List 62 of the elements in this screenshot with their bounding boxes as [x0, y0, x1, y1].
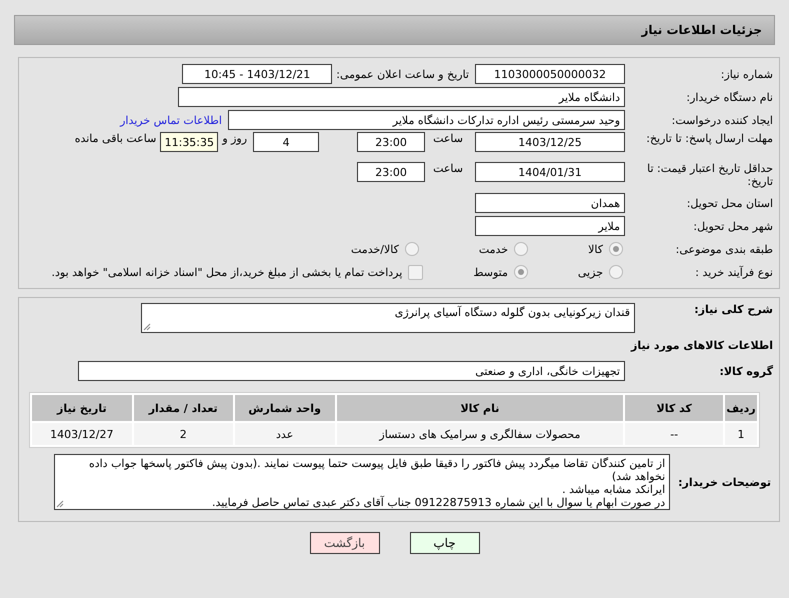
field-label: طبقه بندی موضوعی:: [674, 242, 774, 256]
table-cell: 1403/12/27: [32, 423, 132, 445]
field-label: تاریخ و ساعت اعلان عمومی:: [336, 68, 469, 80]
radio-button[interactable]: [609, 265, 623, 279]
resize-grip-icon: [143, 323, 151, 331]
radio-button[interactable]: [514, 265, 528, 279]
requester-field: وحید سرمستی رئیس اداره تدارکات دانشگاه ملایر: [228, 110, 625, 130]
table-cell: 2: [134, 423, 233, 445]
field-label: استان محل تحویل:: [686, 196, 774, 210]
section-title: اطلاعات کالاهای مورد نیاز: [630, 339, 774, 352]
column-header: نام کالا: [336, 395, 624, 421]
field-label: شهر محل تحویل:: [692, 220, 774, 232]
remaining-time-field: 11:35:35: [160, 132, 218, 152]
reply-time-field: 23:00: [357, 132, 426, 152]
need-number-field: 1103000050000032: [475, 64, 625, 84]
validity-time-field: 23:00: [357, 162, 426, 182]
checkbox[interactable]: [408, 264, 424, 280]
radio-button[interactable]: [609, 242, 623, 256]
buyer-notes-field: از تامین کنندگان تقاضا میگردد پیش فاکتور را دقیقا طبق فایل پیوست حتما پیوست نمایند .(بدون پیش فاکتور پاسخها جواب داده نخواهد شد) ایرانکد مشابه میباشد . در صورت ابهام یا سوال با این شماره 09122875913 جناب آقای دکتر عبدی تماس حاصل فرمایید.: [54, 454, 670, 510]
resize-grip-icon: [56, 500, 64, 508]
radio-label: کالا: [588, 242, 603, 256]
table-cell: محصولات سفالگری و سرامیک های دستساز: [336, 423, 624, 445]
field-label: نام دستگاه خریدار:: [685, 90, 774, 104]
payment-note: پرداخت تمام یا بخشی از مبلغ خرید،از محل "اسناد خزانه اسلامی" خواهد بود.: [52, 266, 402, 278]
province-field: همدان: [475, 193, 625, 213]
description-field: قندان زیرکونیایی بدون گلوله دستگاه آسیای پرانرژی: [141, 303, 635, 333]
print-button[interactable]: چاپ: [410, 532, 480, 554]
field-label: ایجاد کننده درخواست:: [670, 114, 774, 126]
radio-button[interactable]: [514, 242, 528, 256]
radio-label: کالا/خدمت: [351, 242, 399, 256]
field-label: حداقل تاریخ اعتبار قیمت: تا تاریخ:: [646, 162, 774, 188]
field-label: شماره نیاز:: [720, 68, 774, 80]
radio-label: جزیی: [578, 266, 603, 278]
column-header: تعداد / مقدار: [134, 395, 233, 421]
column-header: ردیف: [725, 395, 757, 421]
table-cell: --: [625, 423, 724, 445]
column-header: تاریخ نیاز: [32, 395, 132, 421]
days-field: 4: [253, 132, 320, 152]
back-button[interactable]: بازگشت: [310, 532, 380, 554]
field-label: روز و: [222, 132, 248, 145]
city-field: ملایر: [475, 216, 625, 236]
field-label: ساعت باقی مانده: [74, 132, 156, 145]
field-label: گروه کالا:: [718, 364, 774, 378]
field-label: مهلت ارسال پاسخ: تا تاریخ:: [645, 132, 774, 145]
buyer-contact-link[interactable]: اطلاعات تماس خریدار: [120, 114, 222, 126]
announce-date-field: 1403/12/21 - 10:45: [182, 64, 332, 84]
validity-date-field: 1404/01/31: [475, 162, 625, 182]
field-label: ساعت: [433, 132, 463, 145]
field-label: ساعت: [433, 162, 463, 175]
radio-label: خدمت: [478, 242, 508, 256]
column-header: کد کالا: [625, 395, 724, 421]
radio-button[interactable]: [404, 242, 419, 256]
field-label: نوع فرآیند خرید :: [694, 266, 774, 278]
table-cell: 1: [725, 423, 757, 445]
column-header: واحد شمارش: [234, 395, 334, 421]
field-label: توضیحات خریدار:: [678, 476, 772, 488]
goods-group-field: تجهیزات خانگی، اداری و صنعتی: [78, 361, 625, 381]
radio-label: متوسط: [473, 266, 508, 278]
table-cell: عدد: [234, 423, 334, 445]
reply-date-field: 1403/12/25: [475, 132, 625, 152]
page-title: جزئیات اطلاعات نیاز: [641, 23, 762, 37]
buyer-org-field: دانشگاه ملایر: [178, 87, 625, 107]
